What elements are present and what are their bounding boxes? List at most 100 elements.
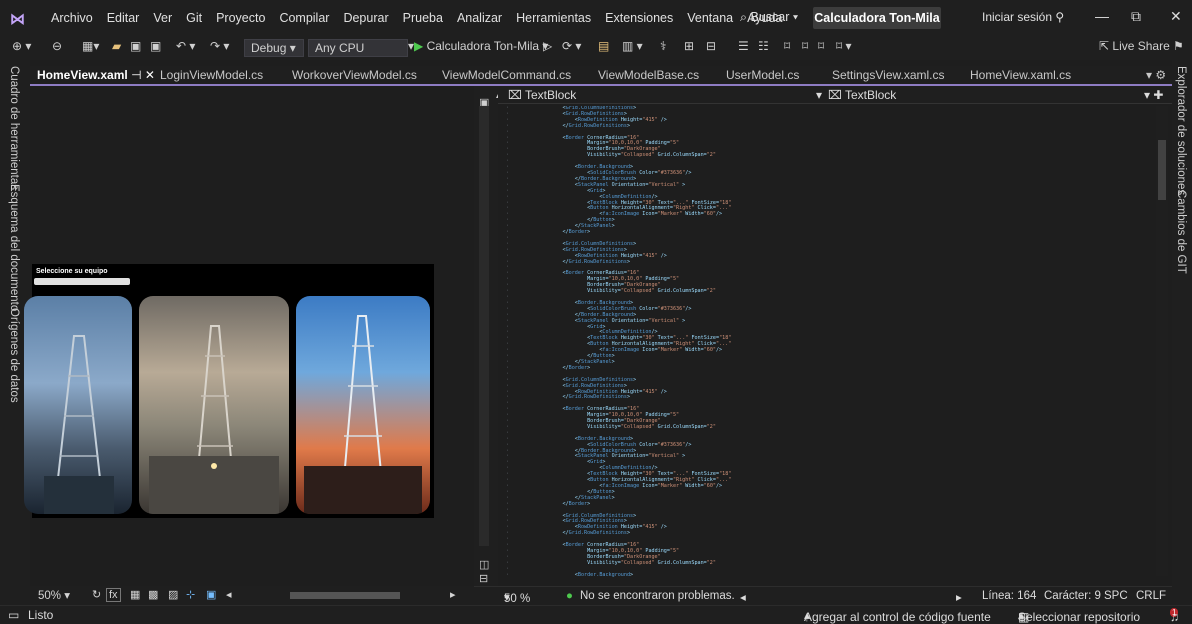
rig-image-1[interactable] [24, 296, 132, 514]
device-icon[interactable]: ▣ [206, 588, 216, 601]
refresh-icon[interactable]: ↻ [92, 588, 101, 601]
designer-vertical-scrollbar[interactable] [479, 106, 489, 546]
toolbox-icon[interactable]: ▤ [598, 39, 609, 57]
uncomment-icon[interactable]: ☷ [758, 39, 769, 57]
rig-image-2[interactable] [139, 296, 289, 514]
notifications-button[interactable]: ♫ 1 [1170, 608, 1179, 624]
tab-homeview-xaml-cs[interactable]: HomeView.xaml.cs [970, 66, 1071, 84]
git-changes-tab[interactable]: Cambios de GIT [1175, 190, 1187, 274]
new-project-icon[interactable]: ▦▾ [82, 39, 99, 57]
save-icon[interactable]: ▣ [130, 39, 141, 57]
tab-viewmodelbase[interactable]: ViewModelBase.cs [598, 66, 699, 84]
document-outline-tab[interactable]: Esquema del documento [8, 184, 20, 311]
whitespace-indicator[interactable]: SPC [1104, 590, 1128, 602]
back-navigate-icon[interactable]: ⊕ ▾ [12, 39, 31, 57]
nav-member-select[interactable]: ⌧ TextBlock [828, 88, 896, 102]
data-sources-tab[interactable]: Orígenes de datos [8, 308, 20, 403]
platform-select[interactable]: Any CPU [308, 39, 408, 57]
minimize-button[interactable]: — [1095, 8, 1109, 24]
code-editor[interactable]: ⌧ TextBlock ▾ ⌧ TextBlock ▾ ✚ · · · · · · · · · ·… [498, 86, 1172, 586]
editor-vertical-scrollbar[interactable] [1156, 106, 1168, 576]
bookmark-next-icon[interactable]: ⌑ [818, 39, 824, 57]
scroll-left-icon[interactable]: ◂ [740, 590, 746, 604]
split-down-icon[interactable]: ⊟ [479, 572, 488, 585]
snap-lines-icon[interactable]: ⊹ [186, 588, 195, 601]
xaml-designer[interactable]: Seleccione su equipo [24, 86, 474, 586]
menu-herramientas[interactable]: Herramientas [509, 11, 598, 25]
design-preview[interactable]: Seleccione su equipo [24, 264, 434, 518]
menu-depurar[interactable]: Depurar [336, 11, 395, 25]
horizontal-scroll-thumb[interactable] [290, 592, 400, 599]
close-tab-icon[interactable]: ✕ [145, 68, 155, 82]
config-select[interactable]: Debug ▾ [244, 39, 304, 57]
xaml-code-text[interactable]: <Grid.ColumnDefinitions> <Grid.RowDefini… [538, 106, 1148, 586]
bookmark-clear-icon[interactable]: ⌑ ▾ [836, 39, 852, 57]
column-indicator[interactable]: Carácter: 9 [1044, 590, 1101, 602]
select-repository-button[interactable]: ▥ Seleccionar repositorio ▴ [1018, 608, 1140, 624]
forward-navigate-icon[interactable]: ⊖ [52, 39, 62, 57]
tab-overflow-icon[interactable]: ▾ ⚙ [1146, 66, 1166, 84]
rig-image-3[interactable] [296, 296, 430, 514]
layout-icon[interactable]: ▥ ▾ [622, 39, 643, 57]
menu-analizar[interactable]: Analizar [450, 11, 509, 25]
snap-grid-icon[interactable]: ▩ [148, 588, 158, 601]
tab-usermodel[interactable]: UserModel.cs [726, 66, 799, 84]
editor-scroll-thumb[interactable] [1158, 140, 1166, 200]
menu-editar[interactable]: Editar [100, 11, 147, 25]
grid-icon[interactable]: ▦ [130, 588, 140, 601]
restore-button[interactable]: ⧉ [1131, 8, 1141, 25]
menu-extensiones[interactable]: Extensiones [598, 11, 680, 25]
diagnostic-icon[interactable]: ⚕ [660, 39, 667, 57]
run-without-debug-icon[interactable]: ▷ [543, 39, 552, 57]
save-all-icon[interactable]: ▣ [150, 39, 161, 57]
bookmark-icon[interactable]: ⌑ [784, 39, 790, 57]
nav-right-dropdown-icon[interactable]: ▾ ✚ [1144, 88, 1163, 102]
nav-element-select[interactable]: ⌧ TextBlock [508, 88, 576, 102]
bookmark-prev-icon[interactable]: ⌑ [802, 39, 808, 57]
run-button[interactable]: ▶ Calculadora Ton-Mila ▾ [414, 39, 548, 57]
tab-settingsview[interactable]: SettingsView.xaml.cs [832, 66, 945, 84]
align-icon[interactable]: ⊞ [684, 39, 694, 57]
comment-icon[interactable]: ☰ [738, 39, 749, 57]
pane-splitter[interactable]: ▣ ⇄ ◫ ⬒ ◫ ⊟ ⊠ ▲ [474, 86, 504, 605]
pin-icon[interactable]: ⊣ [131, 68, 141, 82]
menu-archivo[interactable]: Archivo [44, 11, 100, 25]
designer-zoom-select[interactable]: 50% ▾ [38, 588, 70, 602]
artboard-icon[interactable]: ▨ [168, 588, 178, 601]
line-ending-indicator[interactable]: CRLF [1136, 590, 1166, 602]
tab-workoverviewmodel[interactable]: WorkoverViewModel.cs [292, 66, 417, 84]
issues-indicator[interactable]: No se encontraron problemas. [580, 590, 735, 602]
tab-loginviewmodel[interactable]: LoginViewModel.cs [160, 66, 263, 84]
menu-prueba[interactable]: Prueba [396, 11, 450, 25]
close-window-button[interactable]: ✕ [1170, 8, 1182, 25]
solution-explorer-tab[interactable]: Explorador de soluciones [1175, 66, 1187, 195]
menu-ventana[interactable]: Ventana [680, 11, 740, 25]
format-icon[interactable]: ⊟ [706, 39, 716, 57]
menu-git[interactable]: Git [179, 11, 209, 25]
split-up-icon[interactable]: ◫ [479, 558, 489, 571]
tab-viewmodelcommand[interactable]: ViewModelCommand.cs [442, 66, 571, 84]
nav-left-dropdown-icon[interactable]: ▾ [816, 88, 822, 102]
toolbox-tab[interactable]: Cuadro de herramientas [8, 66, 20, 190]
hot-reload-icon[interactable]: ⟳ ▾ [562, 39, 581, 57]
effects-fx-icon[interactable]: fx [106, 588, 121, 602]
add-to-source-control-button[interactable]: ↑ Agregar al control de código fuente ▴ [804, 608, 991, 624]
editor-zoom-select[interactable]: 50 % ▾ [504, 590, 530, 605]
scroll-left-icon[interactable]: ◂ [226, 588, 232, 601]
line-indicator[interactable]: Línea: 164 [982, 590, 1036, 602]
sign-in-button[interactable]: Iniciar sesión ⚲ [982, 10, 1064, 24]
undo-icon[interactable]: ↶ ▾ [176, 39, 195, 57]
open-folder-icon[interactable]: ▰ [112, 39, 121, 57]
redo-icon[interactable]: ↷ ▾ [210, 39, 229, 57]
menu-ver[interactable]: Ver [146, 11, 179, 25]
preview-search-box[interactable] [34, 278, 130, 285]
menu-proyecto[interactable]: Proyecto [209, 11, 272, 25]
menu-compilar[interactable]: Compilar [272, 11, 336, 25]
scroll-right-icon[interactable]: ▸ [956, 590, 962, 604]
feedback-icon[interactable]: ⚑ [1173, 39, 1184, 57]
output-icon[interactable]: ▭ [8, 608, 19, 622]
search-button[interactable]: ⌕ Buscar ▾ [740, 10, 798, 25]
live-share-button[interactable]: ⇱ Live Share [1099, 39, 1170, 57]
tab-homeview-xaml[interactable]: HomeView.xaml ⊣ ✕ [37, 66, 155, 84]
scroll-right-icon[interactable]: ▸ [450, 588, 456, 601]
